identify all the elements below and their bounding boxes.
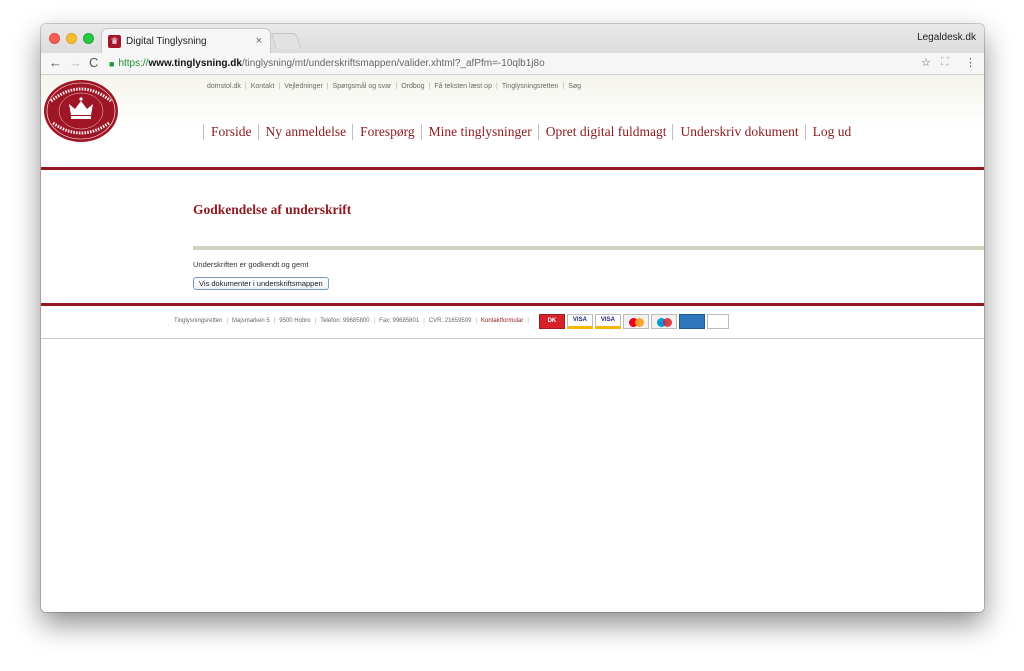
main-navigation: Forside Ny anmeldelse Forespørg Mine tingly… xyxy=(203,124,857,140)
top-link-separator: | xyxy=(278,83,281,90)
profile-name[interactable]: Legaldesk.dk xyxy=(917,32,976,43)
footer-separator: | xyxy=(373,318,376,324)
footer-separator: | xyxy=(423,318,425,324)
footer-separator: | xyxy=(475,318,478,324)
reload-icon[interactable]: C xyxy=(89,55,98,71)
site-footer: Tinglysningsretten | Majsmarken 5 | 9500 Hob… xyxy=(174,312,731,330)
top-link-separator: | xyxy=(562,83,565,90)
main-nav-item[interactable]: Forside xyxy=(203,124,258,140)
main-nav-item[interactable]: Forespørg xyxy=(352,124,421,140)
maestro-icon xyxy=(650,313,677,329)
page-title: Godkendelse af underskrift xyxy=(193,202,352,217)
footer-separator: | xyxy=(314,318,317,324)
browser-menu-icon[interactable]: ⋮ xyxy=(965,56,976,69)
top-link-separator: | xyxy=(428,83,431,90)
url-scheme: https:// xyxy=(118,58,149,69)
window-close-button[interactable] xyxy=(49,33,60,44)
lock-icon: ■ xyxy=(109,58,115,69)
main-nav-item[interactable]: Log ud xyxy=(804,124,858,140)
top-link-separator: | xyxy=(326,83,329,90)
bookmark-star-icon[interactable]: ☆ xyxy=(921,56,931,69)
title-divider xyxy=(193,246,984,250)
top-link[interactable]: Søg xyxy=(568,83,581,90)
top-link-separator: | xyxy=(395,83,398,90)
top-link[interactable]: Få teksten læst op xyxy=(434,83,492,90)
footer-item: 9500 Hobro xyxy=(279,318,311,324)
window-maximize-button[interactable] xyxy=(83,33,94,44)
main-nav-item[interactable]: Underskriv dokument xyxy=(672,124,804,140)
footer-item: Telefon: 99685800 xyxy=(320,318,370,324)
header-divider xyxy=(41,167,984,170)
top-links: domstol.dk | Kontakt | Vejledninger | Spørgsmå… xyxy=(207,83,581,90)
new-tab-button[interactable] xyxy=(270,33,302,49)
amex-icon xyxy=(678,313,705,329)
footer-item: Tinglysningsretten xyxy=(174,318,223,324)
forward-icon[interactable]: → xyxy=(69,55,82,71)
site-favicon-icon: ♛ xyxy=(108,34,121,48)
url-host: www.tinglysning.dk xyxy=(148,58,242,69)
footer-item: Fax: 99685801 xyxy=(379,318,420,324)
mastercard-icon xyxy=(622,313,649,329)
browser-toolbar: ← → C ■ https:// www.tinglysning.dk /tin… xyxy=(41,53,984,75)
top-link[interactable]: Spørgsmål og svar xyxy=(333,83,392,90)
top-link[interactable]: Ordbog xyxy=(401,83,424,90)
address-bar[interactable]: ■ https:// www.tinglysning.dk /tinglysni… xyxy=(109,55,914,72)
url-path: /tinglysning/mt/underskriftsmappen/valid… xyxy=(241,58,545,69)
footer-item: Majsmarken 5 xyxy=(232,318,270,324)
top-link-separator: | xyxy=(244,83,247,90)
status-message: Underskriften er godkendt og gemt xyxy=(193,260,309,269)
content-divider xyxy=(41,303,984,306)
tinglysningsretten-seal-icon[interactable] xyxy=(43,79,119,143)
footer-separator: | xyxy=(527,318,529,324)
footer-separator: | xyxy=(273,318,276,324)
footer-item: CVR: 21659509 xyxy=(428,318,472,324)
back-icon[interactable]: ← xyxy=(49,55,62,71)
payment-cards: DK VISA VISA xyxy=(538,313,731,329)
nemid-icon xyxy=(706,313,729,329)
main-nav-item[interactable]: Mine tinglysninger xyxy=(420,124,538,140)
visa-electron-icon: VISA xyxy=(594,313,621,329)
extension-icon[interactable]: ⛶ xyxy=(941,56,949,69)
top-link[interactable]: Vejledninger xyxy=(284,83,323,90)
dankort-icon: DK xyxy=(538,313,565,329)
footer-separator: | xyxy=(226,318,229,324)
visa-icon: VISA xyxy=(566,313,593,329)
site-header: domstol.dk | Kontakt | Vejledninger | Spørgsmå… xyxy=(41,75,984,167)
browser-tab[interactable]: ♛ Digital Tinglysning × xyxy=(101,28,271,53)
window-minimize-button[interactable] xyxy=(66,33,77,44)
top-link[interactable]: Tinglysningsretten xyxy=(502,83,559,90)
main-nav-item[interactable]: Opret digital fuldmagt xyxy=(537,124,673,140)
browser-window: ♛ Digital Tinglysning × Legaldesk.dk ← →… xyxy=(41,24,984,612)
top-link[interactable]: domstol.dk xyxy=(207,83,241,90)
tab-title: Digital Tinglysning xyxy=(126,35,207,47)
main-nav-item[interactable]: Ny anmeldelse xyxy=(257,124,353,140)
contact-form-link[interactable]: Kontaktformular xyxy=(481,318,523,324)
show-documents-button[interactable]: Vis dokumenter i underskriftsmappen xyxy=(193,277,329,290)
title-bar: ♛ Digital Tinglysning × Legaldesk.dk xyxy=(41,24,984,53)
web-page: domstol.dk | Kontakt | Vejledninger | Spørgsmå… xyxy=(41,75,984,612)
top-link-separator: | xyxy=(495,83,498,90)
footer-divider xyxy=(41,338,984,339)
tab-close-icon[interactable]: × xyxy=(256,35,262,47)
top-link[interactable]: Kontakt xyxy=(251,83,275,90)
